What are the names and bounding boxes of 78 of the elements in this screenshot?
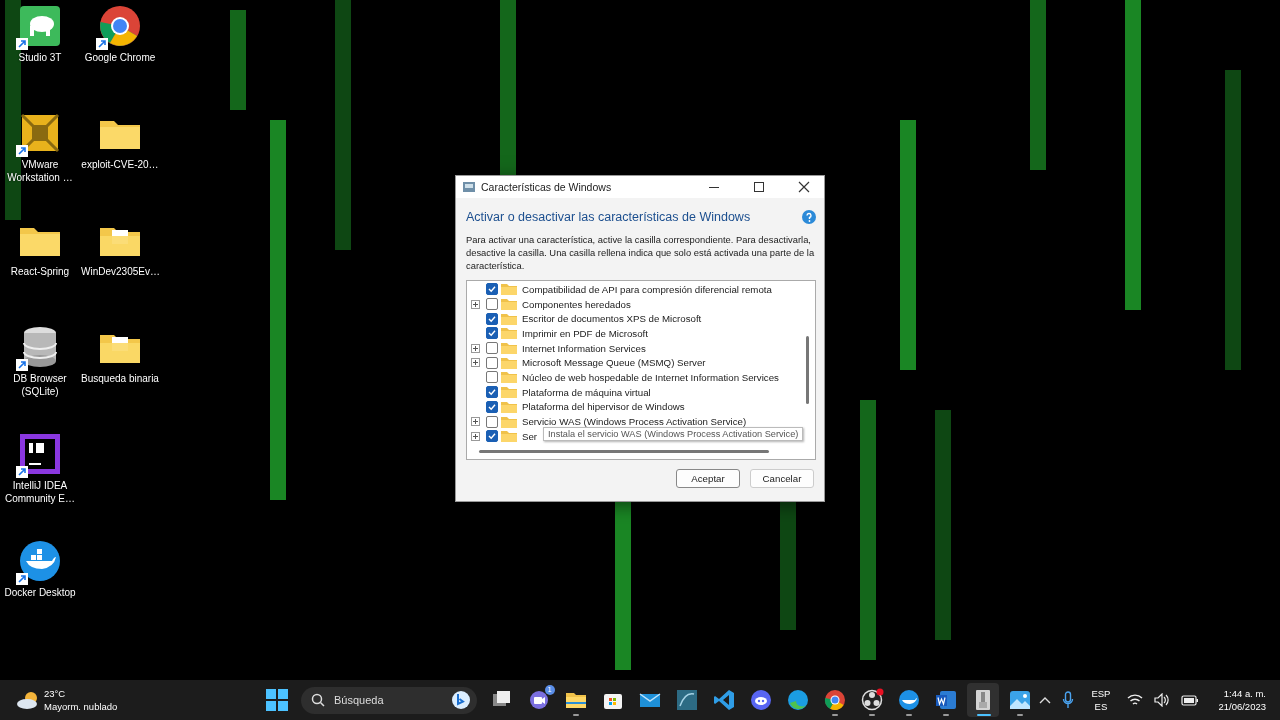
app-icon	[860, 688, 884, 712]
wifi-icon[interactable]	[1127, 693, 1144, 707]
start-button[interactable]	[266, 689, 288, 711]
feature-label[interactable]: Plataforma del hipervisor de Windows	[522, 401, 685, 413]
app-icon	[823, 688, 847, 712]
window-title: Características de Windows	[481, 181, 613, 193]
expand-icon[interactable]	[471, 299, 480, 309]
desktop-icon-label[interactable]: Busqueda binaria	[81, 372, 159, 385]
feature-label[interactable]: Plataforma de máquina virtual	[522, 386, 651, 398]
expand-icon[interactable]	[471, 343, 480, 353]
folder-icon	[501, 298, 517, 311]
chevron-up-icon[interactable]	[1039, 696, 1052, 704]
feature-label[interactable]: Imprimir en PDF de Microsoft	[522, 327, 648, 339]
desktop-icon-label[interactable]: WinDev2305Ev…	[81, 265, 159, 278]
checkbox[interactable]	[486, 371, 498, 384]
tooltip: Instala el servicio WAS (Windows Process Activation Service)	[543, 427, 804, 441]
checkbox[interactable]	[486, 430, 498, 443]
volume-icon[interactable]	[1154, 693, 1171, 707]
scrollbar[interactable]	[806, 336, 809, 404]
dialog-button[interactable]: Cancelar	[750, 469, 814, 488]
desktop-icon-label[interactable]: DB Browser (SQLite)	[1, 372, 79, 398]
search-icon	[311, 693, 325, 707]
desktop-icon-label[interactable]: Google Chrome	[81, 51, 159, 64]
checkbox[interactable]	[486, 415, 498, 428]
desktop-icon-label[interactable]: exploit-CVE-20…	[81, 158, 159, 171]
app-icon	[675, 688, 699, 712]
checkbox[interactable]	[486, 342, 498, 355]
feature-label[interactable]: Internet Information Services	[522, 342, 646, 354]
dialog-button[interactable]: Aceptar	[676, 469, 740, 488]
desktop-icon-label[interactable]: React-Spring	[1, 265, 79, 278]
checkbox[interactable]	[486, 400, 498, 413]
checkbox[interactable]	[486, 356, 498, 369]
app-icon	[897, 688, 921, 712]
feature-label[interactable]: Compatibilidad de API para compresión diferencial remota	[522, 283, 772, 295]
desktop-icon-label[interactable]: VMware Workstation …	[1, 158, 79, 184]
feature-label[interactable]: Microsoft Message Queue (MSMQ) Server	[522, 357, 706, 369]
desktop-icon-label[interactable]: Studio 3T	[1, 51, 79, 64]
clock[interactable]: 1:44 a. m. 21/06/2023	[1218, 687, 1266, 713]
folder-icon	[501, 356, 517, 369]
expand-icon[interactable]	[471, 417, 480, 427]
desktop-icon-label[interactable]: Docker Desktop	[1, 586, 79, 599]
folder-icon	[501, 430, 517, 443]
app-icon	[712, 688, 736, 712]
microphone-icon[interactable]	[1062, 691, 1075, 709]
window-icon	[462, 180, 476, 194]
expand-icon[interactable]	[471, 431, 480, 441]
help-icon[interactable]	[802, 210, 816, 224]
description-text: Para activar una característica, active la casilla correspondiente. Para desactivarla, desactive la casilla. Una casilla rellena indica que solo está activada una parte de la característica.	[466, 233, 816, 272]
search-box[interactable]: Búsqueda	[301, 686, 477, 714]
checkbox[interactable]	[486, 386, 498, 399]
folder-icon	[501, 415, 517, 428]
weather-icon[interactable]	[16, 690, 40, 710]
checkbox[interactable]	[486, 312, 498, 325]
language-indicator[interactable]: ESP ES	[1091, 687, 1111, 713]
checkbox[interactable]	[486, 298, 498, 311]
app-icon	[934, 688, 958, 712]
temperature-text[interactable]: 23°C	[44, 687, 118, 700]
feature-label[interactable]: Servicio WAS (Windows Process Activation Service)	[522, 416, 747, 428]
desktop-icon-label[interactable]: IntelliJ IDEA Community E…	[1, 479, 79, 505]
app-icon	[786, 688, 810, 712]
scrollbar[interactable]	[479, 450, 769, 453]
feature-label[interactable]: Componentes heredados	[522, 298, 631, 310]
weather-condition[interactable]: Mayorm. nublado	[44, 700, 118, 713]
app-icon	[527, 688, 551, 712]
folder-icon	[501, 342, 517, 355]
battery-icon[interactable]	[1181, 693, 1200, 707]
checkbox[interactable]	[486, 283, 498, 296]
app-icon	[749, 688, 773, 712]
feature-label[interactable]: Ser	[522, 430, 538, 442]
taskbar-app-button[interactable]	[967, 683, 999, 717]
search-input[interactable]: Búsqueda	[332, 693, 444, 707]
checkbox[interactable]	[486, 327, 498, 340]
app-icon	[1008, 688, 1032, 712]
feature-label[interactable]: Escritor de documentos XPS de Microsoft	[522, 313, 702, 325]
feature-label[interactable]: Núcleo de web hospedable de Internet Information Services	[522, 371, 779, 383]
expand-icon[interactable]	[471, 358, 480, 368]
dialog-heading: Activar o desactivar las características de Windows	[466, 210, 751, 224]
bing-icon[interactable]	[451, 690, 471, 710]
